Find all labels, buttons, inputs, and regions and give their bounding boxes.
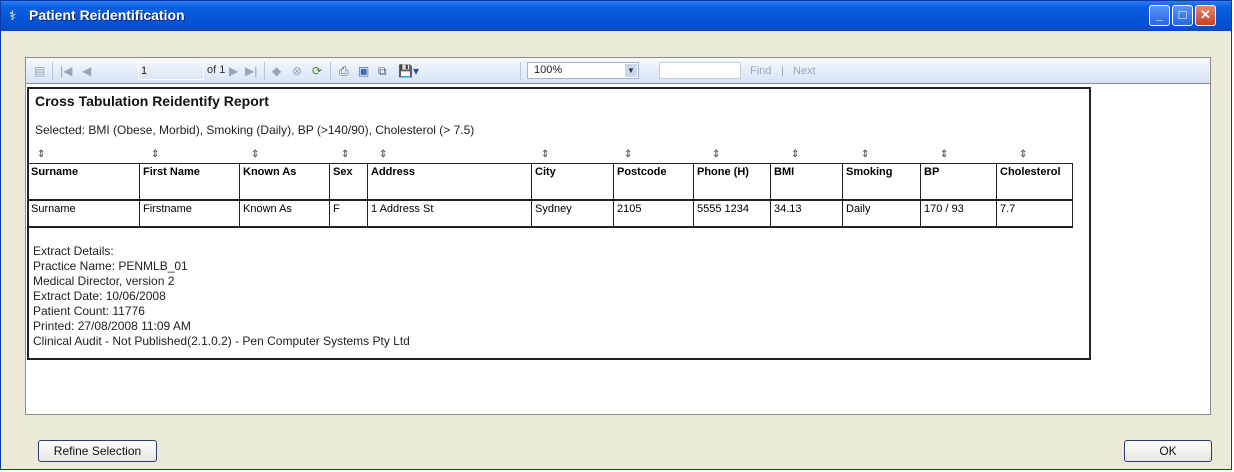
column-header[interactable]: BMI	[770, 163, 843, 201]
find-input[interactable]	[659, 62, 741, 79]
extract-line: Clinical Audit - Not Published(2.1.0.2) …	[33, 334, 410, 348]
sort-icon[interactable]: ⇕	[624, 149, 632, 160]
table-cell: 1 Address St	[367, 199, 532, 228]
column-header[interactable]: Sex	[329, 163, 368, 201]
minimize-button[interactable]: _	[1149, 5, 1170, 26]
table-cell: Sydney	[531, 199, 614, 228]
print-icon[interactable]: ⎙	[339, 62, 349, 80]
first-page-icon[interactable]: |◀	[60, 62, 72, 80]
sort-icon[interactable]: ⇕	[379, 149, 387, 160]
extract-line: Extract Date: 10/06/2008	[33, 289, 166, 303]
maximize-button[interactable]: □	[1172, 5, 1193, 26]
table-cell: Surname	[27, 199, 140, 228]
report-table: Surname First Name Known As Sex Address …	[27, 163, 1073, 228]
export-icon[interactable]: 💾▾	[398, 62, 419, 80]
sort-icon[interactable]: ⇕	[541, 149, 549, 160]
extract-line: Extract Details:	[33, 244, 114, 258]
column-header[interactable]: Surname	[27, 163, 140, 201]
table-header-row: Surname First Name Known As Sex Address …	[27, 163, 1073, 201]
window: ⚕ Patient Reidentification _ □ ✕ ▤ |◀ ◀ …	[0, 0, 1232, 470]
sort-icon[interactable]: ⇕	[341, 149, 349, 160]
column-header[interactable]: Smoking	[842, 163, 921, 201]
column-header[interactable]: City	[531, 163, 614, 201]
sort-icon[interactable]: ⇕	[1019, 149, 1027, 160]
toolbar-separator	[330, 62, 331, 80]
toolbar-separator	[264, 62, 265, 80]
app-icon: ⚕	[9, 8, 17, 23]
toolbar-separator	[520, 62, 521, 80]
find-next-separator: |	[781, 65, 784, 77]
column-header[interactable]: Address	[367, 163, 532, 201]
report-toolbar: ▤ |◀ ◀ of 1 ▶ ▶| ◆ ⊗ ⟳ ⎙ ▣ ⧉ 💾▾ 100% ▼ F…	[25, 57, 1211, 84]
next-link[interactable]: Next	[793, 65, 816, 77]
document-map-icon[interactable]: ▤	[34, 62, 45, 80]
chevron-down-icon[interactable]: ▼	[625, 64, 637, 77]
sort-icon[interactable]: ⇕	[712, 149, 720, 160]
stop-icon[interactable]: ⊗	[292, 62, 302, 80]
title-bar[interactable]: ⚕ Patient Reidentification _ □ ✕	[1, 1, 1231, 31]
close-button[interactable]: ✕	[1195, 5, 1216, 26]
refresh-icon[interactable]: ⟳	[312, 62, 322, 80]
last-page-icon[interactable]: ▶|	[245, 62, 257, 80]
column-header[interactable]: Cholesterol	[996, 163, 1073, 201]
sort-icon[interactable]: ⇕	[861, 149, 869, 160]
extract-line: Printed: 27/08/2008 11:09 AM	[33, 319, 191, 333]
extract-line: Practice Name: PENMLB_01	[33, 259, 188, 273]
table-cell: 34.13	[770, 199, 843, 228]
extract-details: Extract Details: Practice Name: PENMLB_0…	[33, 244, 410, 349]
column-header[interactable]: Postcode	[613, 163, 694, 201]
table-cell: 5555 1234	[693, 199, 771, 228]
print-layout-icon[interactable]: ▣	[358, 62, 369, 80]
column-header[interactable]: First Name	[139, 163, 240, 201]
table-cell: Known As	[239, 199, 330, 228]
table-cell: 7.7	[996, 199, 1073, 228]
table-cell: F	[329, 199, 368, 228]
column-header[interactable]: Phone (H)	[693, 163, 771, 201]
sort-icon[interactable]: ⇕	[791, 149, 799, 160]
previous-page-icon[interactable]: ◀	[82, 62, 91, 80]
page-count: of 1	[207, 64, 226, 76]
zoom-select[interactable]: 100% ▼	[527, 62, 639, 79]
table-row[interactable]: Surname Firstname Known As F 1 Address S…	[27, 199, 1073, 228]
table-cell: 170 / 93	[920, 199, 997, 228]
report-title: Cross Tabulation Reidentify Report	[35, 93, 269, 109]
zoom-value: 100%	[534, 64, 563, 76]
page-number-input[interactable]	[138, 62, 204, 80]
extract-line: Patient Count: 11776	[33, 304, 145, 318]
next-page-icon[interactable]: ▶	[229, 62, 238, 80]
page-setup-icon[interactable]: ⧉	[378, 62, 387, 80]
sort-icon[interactable]: ⇕	[37, 149, 45, 160]
column-header[interactable]: BP	[920, 163, 997, 201]
report-page: Cross Tabulation Reidentify Report Selec…	[27, 87, 1091, 360]
report-selection: Selected: BMI (Obese, Morbid), Smoking (…	[35, 123, 475, 137]
table-cell: Daily	[842, 199, 921, 228]
back-icon[interactable]: ◆	[272, 62, 281, 80]
refine-selection-button[interactable]: Refine Selection	[38, 440, 157, 462]
window-title: Patient Reidentification	[29, 7, 185, 23]
toolbar-separator	[52, 62, 53, 80]
extract-line: Medical Director, version 2	[33, 274, 175, 288]
ok-button[interactable]: OK	[1124, 440, 1212, 462]
find-link[interactable]: Find	[750, 65, 771, 77]
table-cell: Firstname	[139, 199, 240, 228]
sort-icon[interactable]: ⇕	[251, 149, 259, 160]
sort-icon[interactable]: ⇕	[151, 149, 159, 160]
table-cell: 2105	[613, 199, 694, 228]
column-header[interactable]: Known As	[239, 163, 330, 201]
sort-icon[interactable]: ⇕	[940, 149, 948, 160]
